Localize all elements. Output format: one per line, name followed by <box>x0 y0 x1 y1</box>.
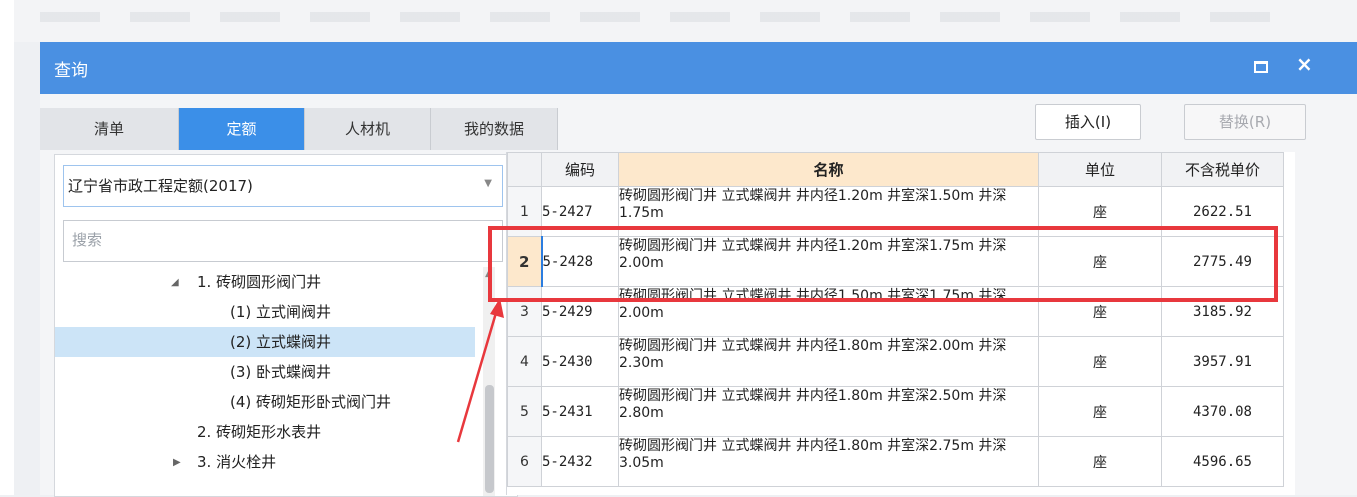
cell-unit[interactable]: 座 <box>1038 236 1162 287</box>
cell-price[interactable]: 2622.51 <box>1161 186 1284 237</box>
maximize-icon[interactable] <box>1252 57 1268 73</box>
scroll-up-icon[interactable]: ▲ <box>485 269 492 279</box>
collapsed-triangle-icon[interactable]: ▶ <box>173 457 181 468</box>
table-row[interactable]: 6 5-2432 砖砌圆形阀门井 立式蝶阀井 井内径1.80m 井室深2.75m… <box>507 436 1284 487</box>
row-number: 1 <box>507 186 542 237</box>
table-row[interactable]: 3 5-2429 砖砌圆形阀门井 立式蝶阀井 井内径1.50m 井室深1.75m… <box>507 286 1284 337</box>
header-row-number <box>507 152 542 187</box>
background-window-strip <box>0 0 1357 42</box>
cell-price[interactable]: 4370.08 <box>1161 386 1284 437</box>
cell-name[interactable]: 砖砌圆形阀门井 立式蝶阀井 井内径1.80m 井室深2.75m 井深3.05m <box>618 436 1039 487</box>
library-select[interactable]: 辽宁省市政工程定额(2017) ▼ <box>63 165 503 207</box>
tree-item-horizontal-butterfly-valve-well[interactable]: (3) 卧式蝶阀井 <box>230 357 331 387</box>
title-bar: 查询 × <box>40 42 1357 94</box>
cell-name-text: 砖砌圆形阀门井 立式蝶阀井 井内径1.80m 井室深2.50m 井深2.80m <box>619 388 1007 421</box>
row-number: 4 <box>507 336 542 387</box>
tree-item-fire-hydrant-well[interactable]: 3. 消火栓井 <box>197 447 276 477</box>
cell-name-text: 砖砌圆形阀门井 立式蝶阀井 井内径1.80m 井室深2.75m 井深3.05m <box>619 438 1007 471</box>
cell-name[interactable]: 砖砌圆形阀门井 立式蝶阀井 井内径1.20m 井室深1.50m 井深1.75m <box>618 186 1039 237</box>
quota-grid: 编码 名称 单位 不含税单价 1 5-2427 砖砌圆形阀门井 立式蝶阀井 井内… <box>506 152 1295 495</box>
quota-tree: ◢ 1. 砖砌圆形阀门井 (1) 立式闸阀井 (2) 立式蝶阀井 (3) 卧式蝶… <box>55 267 495 496</box>
cell-price[interactable]: 4596.65 <box>1161 436 1284 487</box>
header-name[interactable]: 名称 <box>618 152 1039 187</box>
dialog-title: 查询 <box>54 61 88 81</box>
query-dialog: 查询 × 清单 定额 人材机 我的数据 插入(I) 替换(R) 辽宁省市政工程定… <box>40 42 1357 497</box>
expanded-triangle-icon[interactable]: ◢ <box>171 277 179 288</box>
cell-name[interactable]: 砖砌圆形阀门井 立式蝶阀井 井内径1.50m 井室深1.75m 井深2.00m <box>618 286 1039 337</box>
close-icon[interactable]: × <box>1296 52 1313 76</box>
cell-code[interactable]: 5-2429 <box>541 286 619 337</box>
search-field[interactable] <box>63 220 503 262</box>
cell-unit[interactable]: 座 <box>1038 286 1162 337</box>
tab-bill[interactable]: 清单 <box>40 108 179 150</box>
cell-code[interactable]: 5-2432 <box>541 436 619 487</box>
cell-name-text: 砖砌圆形阀门井 立式蝶阀井 井内径1.50m 井室深1.75m 井深2.00m <box>619 288 1007 321</box>
tree-item-brick-round-valve-well[interactable]: 1. 砖砌圆形阀门井 <box>197 267 321 297</box>
row-number: 2 <box>507 236 542 287</box>
left-gutter <box>0 0 14 495</box>
cell-unit[interactable]: 座 <box>1038 386 1162 437</box>
tree-scrollbar[interactable]: ▲ <box>483 267 495 496</box>
tree-item-brick-rect-horizontal-valve-well[interactable]: (4) 砖砌矩形卧式阀门井 <box>230 387 391 417</box>
cell-code[interactable]: 5-2428 <box>540 236 619 287</box>
insert-button[interactable]: 插入(I) <box>1035 104 1141 140</box>
row-number: 3 <box>507 286 542 337</box>
table-row[interactable]: 4 5-2430 砖砌圆形阀门井 立式蝶阀井 井内径1.80m 井室深2.00m… <box>507 336 1284 387</box>
tab-quota[interactable]: 定额 <box>179 108 305 150</box>
header-unit[interactable]: 单位 <box>1038 152 1162 187</box>
cell-name-text: 砖砌圆形阀门井 立式蝶阀井 井内径1.20m 井室深1.75m 井深2.00m <box>619 238 1007 271</box>
table-header-row: 编码 名称 单位 不含税单价 <box>507 152 1284 187</box>
row-number: 6 <box>507 436 542 487</box>
cell-name-text: 砖砌圆形阀门井 立式蝶阀井 井内径1.20m 井室深1.50m 井深1.75m <box>619 188 1007 221</box>
table-row[interactable]: 1 5-2427 砖砌圆形阀门井 立式蝶阀井 井内径1.20m 井室深1.50m… <box>507 186 1284 237</box>
cell-code[interactable]: 5-2430 <box>541 336 619 387</box>
tree-item-brick-rect-water-meter-well[interactable]: 2. 砖砌矩形水表井 <box>197 417 321 447</box>
cell-price[interactable]: 3957.91 <box>1161 336 1284 387</box>
row-number: 5 <box>507 386 542 437</box>
quota-library-panel: 辽宁省市政工程定额(2017) ▼ ◢ 1. 砖砌圆形阀门井 (1) 立式闸阀井… <box>54 154 518 497</box>
chevron-down-icon: ▼ <box>484 178 492 189</box>
scrollbar-thumb[interactable] <box>485 385 494 493</box>
replace-button[interactable]: 替换(R) <box>1184 104 1306 140</box>
tree-item-vertical-butterfly-valve-well[interactable]: (2) 立式蝶阀井 <box>55 327 475 357</box>
cell-name[interactable]: 砖砌圆形阀门井 立式蝶阀井 井内径1.20m 井室深1.75m 井深2.00m <box>618 236 1039 287</box>
header-code[interactable]: 编码 <box>541 152 619 187</box>
tab-my-data[interactable]: 我的数据 <box>431 108 558 150</box>
header-price[interactable]: 不含税单价 <box>1161 152 1284 187</box>
cell-price[interactable]: 3185.92 <box>1161 286 1284 337</box>
cell-unit[interactable]: 座 <box>1038 436 1162 487</box>
cell-unit[interactable]: 座 <box>1038 186 1162 237</box>
library-select-value: 辽宁省市政工程定额(2017) <box>68 177 253 195</box>
cell-name[interactable]: 砖砌圆形阀门井 立式蝶阀井 井内径1.80m 井室深2.00m 井深2.30m <box>618 336 1039 387</box>
cell-unit[interactable]: 座 <box>1038 336 1162 387</box>
tree-item-vertical-gate-valve-well[interactable]: (1) 立式闸阀井 <box>230 297 331 327</box>
cell-price[interactable]: 2775.49 <box>1161 236 1284 287</box>
quota-table: 编码 名称 单位 不含税单价 1 5-2427 砖砌圆形阀门井 立式蝶阀井 井内… <box>507 152 1284 487</box>
search-input[interactable] <box>70 221 494 259</box>
table-row-selected[interactable]: 2 5-2428 砖砌圆形阀门井 立式蝶阀井 井内径1.20m 井室深1.75m… <box>507 236 1284 287</box>
table-row[interactable]: 5 5-2431 砖砌圆形阀门井 立式蝶阀井 井内径1.80m 井室深2.50m… <box>507 386 1284 437</box>
cell-name-text: 砖砌圆形阀门井 立式蝶阀井 井内径1.80m 井室深2.00m 井深2.30m <box>619 338 1007 371</box>
cell-code[interactable]: 5-2427 <box>541 186 619 237</box>
tab-labor-material-machine[interactable]: 人材机 <box>305 108 431 150</box>
cell-code[interactable]: 5-2431 <box>541 386 619 437</box>
cell-name[interactable]: 砖砌圆形阀门井 立式蝶阀井 井内径1.80m 井室深2.50m 井深2.80m <box>618 386 1039 437</box>
